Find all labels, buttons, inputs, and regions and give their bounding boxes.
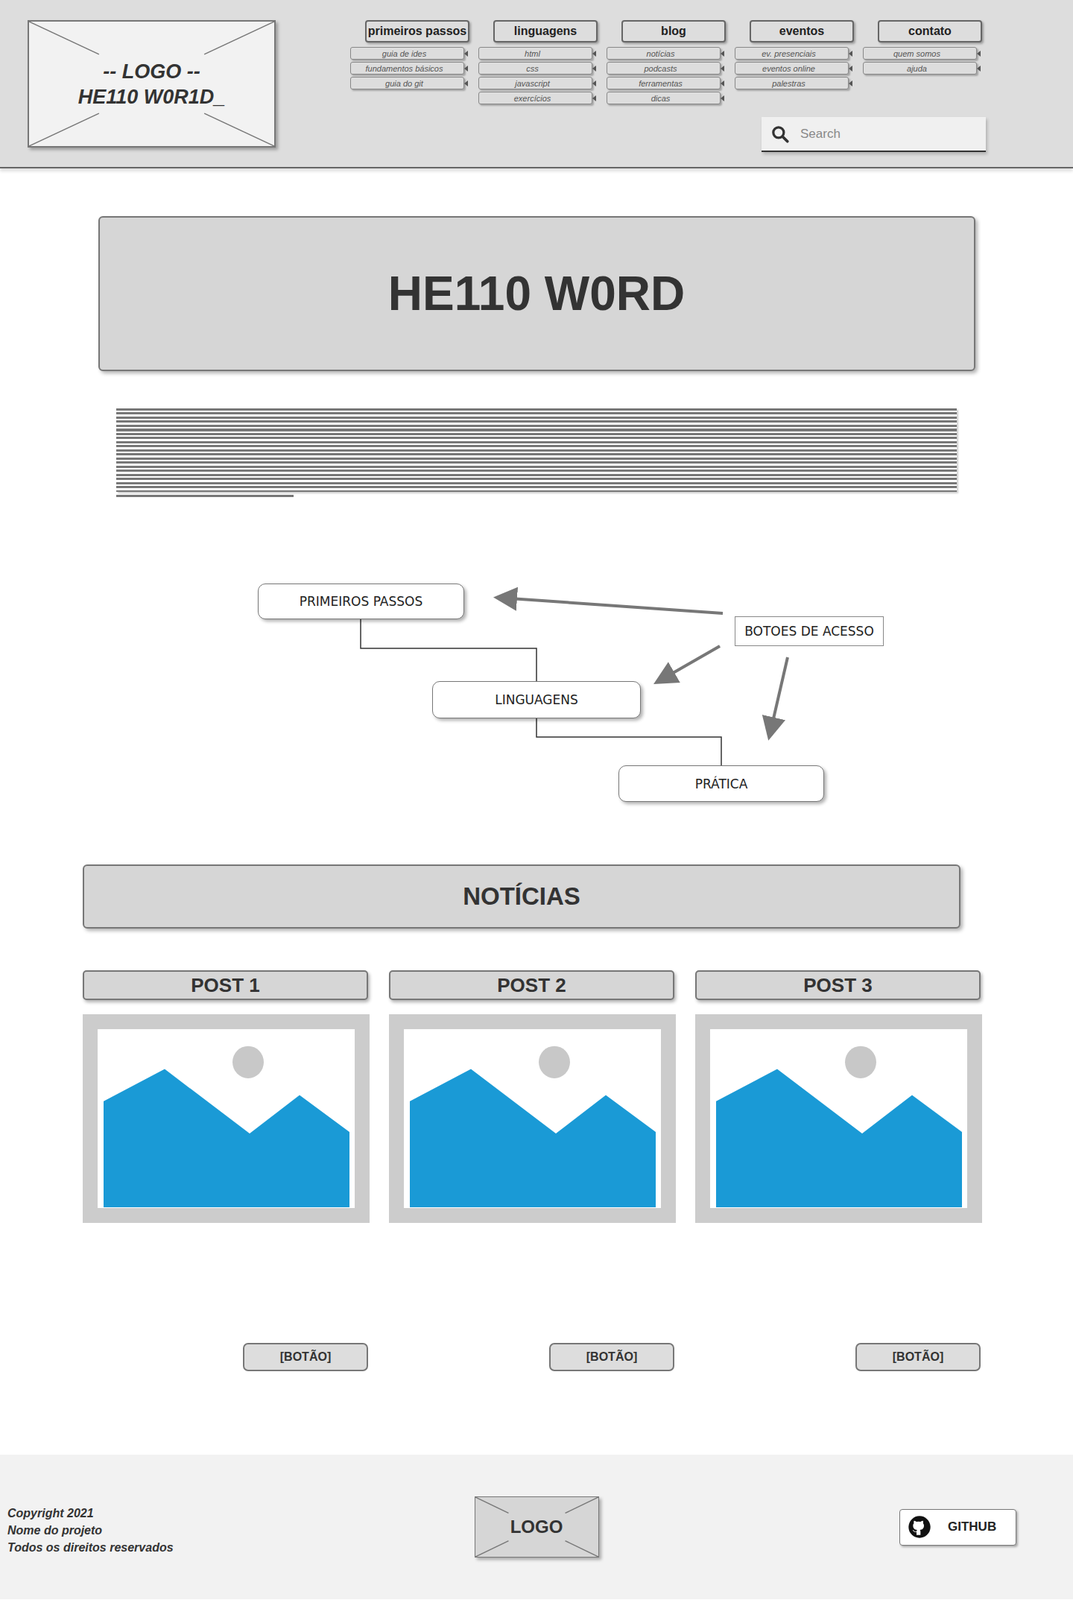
logo-placeholder-icon — [29, 21, 275, 147]
nav-button[interactable]: blog — [621, 20, 726, 43]
nav-button[interactable]: linguagens — [493, 20, 598, 43]
arrow-icon — [848, 50, 853, 57]
post-image — [388, 1014, 676, 1223]
nav-subitem[interactable]: guia de ides — [350, 46, 465, 60]
post-button[interactable]: [BOTÃO] — [242, 1342, 369, 1372]
post-button[interactable]: [BOTÃO] — [855, 1342, 981, 1372]
post-image — [695, 1014, 983, 1223]
copyright: Copyright 2021Nome do projetoTodos os di… — [0, 1498, 475, 1556]
news-section: NOTÍCIASPOST 1[BOTÃO]POST 2[BOTÃO]POST 3… — [82, 864, 983, 1372]
arrow-icon — [976, 50, 981, 57]
nav-subitem[interactable]: css — [478, 61, 593, 75]
access-button[interactable]: PRÁTICA — [618, 765, 825, 802]
post-card: POST 3 [BOTÃO] — [695, 970, 983, 1372]
access-button[interactable]: PRIMEIROS PASSOS — [257, 583, 465, 620]
arrow-icon — [720, 65, 725, 72]
hero-title: HE110 W0RD — [388, 266, 685, 322]
text-placeholder — [116, 408, 957, 498]
annotation-label: BOTOES DE ACESSO — [734, 616, 884, 647]
logo[interactable]: -- LOGO --HE110 W0R1D_ — [27, 20, 276, 148]
nav-button[interactable]: eventos — [749, 20, 854, 43]
nav-subitem[interactable]: javascript — [478, 76, 593, 90]
nav: primeiros passos guia de idesfundamentos … — [350, 20, 986, 105]
nav-subitem[interactable]: ev. presenciais — [734, 46, 849, 60]
arrow-icon — [592, 50, 597, 57]
post-card: POST 1 [BOTÃO] — [82, 970, 371, 1372]
footer-logo[interactable]: LOGO — [474, 1496, 600, 1558]
post-title: POST 3 — [695, 970, 981, 1000]
logo-text: -- LOGO --HE110 W0R1D_ — [78, 58, 226, 110]
page: -- LOGO --HE110 W0R1D_ primeiros passos gu… — [0, 0, 1073, 1600]
arrow-icon — [848, 80, 853, 87]
post-card: POST 2 [BOTÃO] — [388, 970, 677, 1372]
nav-subitem[interactable]: quem somos — [862, 46, 977, 60]
nav-subitem[interactable]: ajuda — [862, 61, 977, 75]
nav-column: blog notíciaspodcastsferramentasdicas — [606, 20, 723, 105]
nav-column: linguagenshtmlcssjavascriptexercícios — [478, 20, 594, 105]
nav-column: eventos ev. presenciaiseventos onlinepale… — [734, 20, 851, 105]
github-button[interactable]: GITHUB — [899, 1508, 1017, 1546]
hero-banner: HE110 W0RD — [98, 216, 976, 372]
footer: Copyright 2021Nome do projetoTodos os di… — [0, 1454, 1073, 1600]
post-image — [82, 1014, 370, 1223]
nav-button[interactable]: contato — [877, 20, 983, 43]
image-placeholder-icon — [403, 1029, 661, 1208]
search-field[interactable]: Search — [761, 116, 986, 153]
nav-column: contatoquem somosajuda — [862, 20, 979, 105]
news-title: NOTÍCIAS — [82, 864, 961, 929]
image-placeholder-icon — [710, 1029, 968, 1208]
arrow-icon — [720, 50, 725, 57]
post-title: POST 1 — [82, 970, 369, 1000]
arrow-icon — [464, 65, 468, 72]
nav-column: primeiros passosguia de idesfundamentos … — [350, 20, 466, 105]
arrow-icon — [592, 65, 597, 72]
arrow-icon — [464, 80, 468, 87]
image-placeholder-icon — [97, 1029, 355, 1208]
header: -- LOGO --HE110 W0R1D_ primeiros passos gu… — [0, 0, 1073, 169]
access-button[interactable]: LINGUAGENS — [432, 681, 641, 719]
arrow-icon — [464, 50, 468, 57]
post-title: POST 2 — [388, 970, 675, 1000]
search-placeholder: Search — [800, 126, 841, 142]
nav-subitem[interactable]: ferramentas — [606, 76, 721, 90]
magnifier-icon — [770, 124, 790, 144]
nav-subitem[interactable]: palestras — [734, 76, 849, 90]
header-right: primeiros passos guia de idesfundamentos … — [350, 20, 986, 167]
arrow-icon — [720, 80, 725, 87]
nav-subitem[interactable]: podcasts — [606, 61, 721, 75]
arrow-icon — [848, 65, 853, 72]
github-icon — [907, 1514, 932, 1539]
nav-subitem[interactable]: dicas — [606, 91, 721, 105]
arrow-icon — [592, 80, 597, 87]
arrow-icon — [976, 65, 981, 72]
diagram: PRIMEIROS PASSOS LINGUAGENS PRÁTICA BOTOES … — [0, 566, 1073, 820]
post-list: POST 1 [BOTÃO] POST 2 [BOTÃO] POST 3 [BOTÃO] — [82, 970, 983, 1372]
post-button[interactable]: [BOTÃO] — [549, 1342, 675, 1372]
nav-subitem[interactable]: fundamentos básicos — [350, 61, 465, 75]
nav-button[interactable]: primeiros passos — [365, 20, 470, 43]
nav-subitem[interactable]: notícias — [606, 46, 721, 60]
arrow-icon — [720, 95, 725, 102]
nav-subitem[interactable]: guia do git — [350, 76, 465, 90]
nav-subitem[interactable]: eventos online — [734, 61, 849, 75]
arrow-icon — [592, 95, 597, 102]
nav-subitem[interactable]: html — [478, 46, 593, 60]
nav-subitem[interactable]: exercícios — [478, 91, 593, 105]
